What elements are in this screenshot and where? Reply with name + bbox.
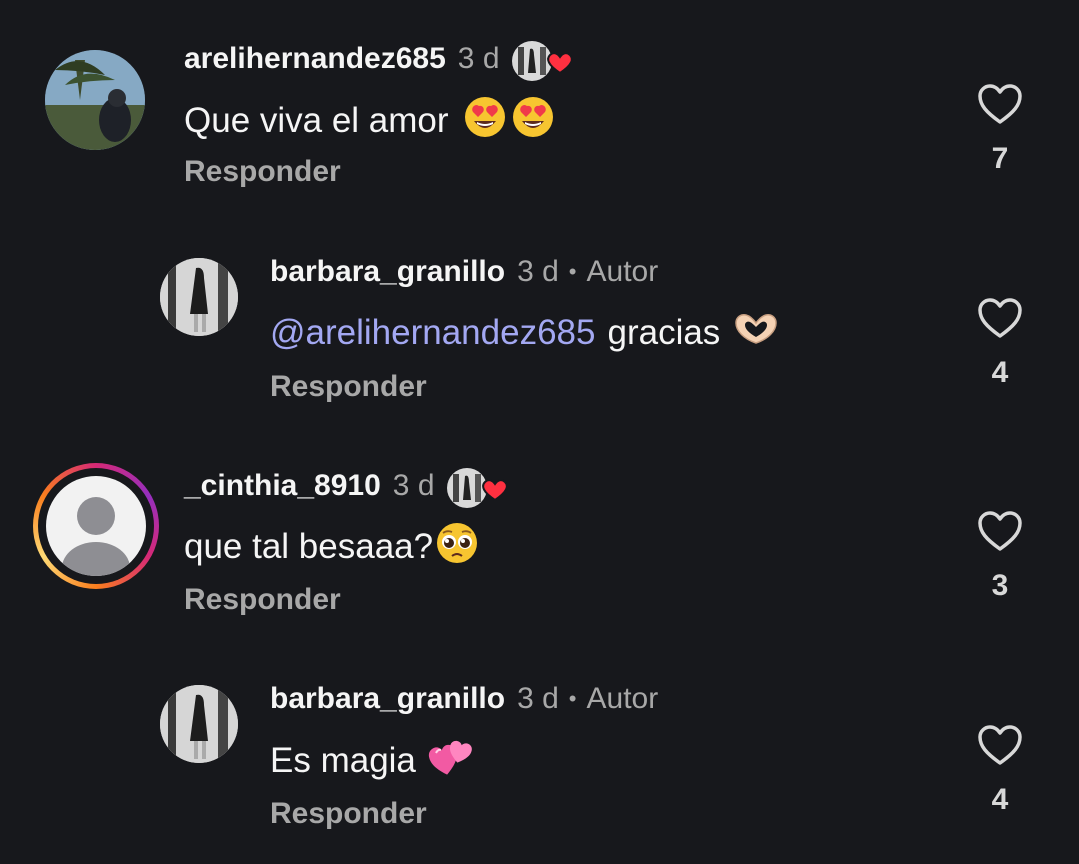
username[interactable]: barbara_granillo: [270, 255, 505, 289]
like-control: 7: [975, 82, 1025, 176]
reply-button[interactable]: Responder: [184, 583, 341, 617]
author-liked-badge: [446, 466, 508, 508]
comment-text: Es magia: [270, 741, 416, 780]
like-control: 3: [975, 509, 1025, 603]
heart-hands-emoji-icon: [732, 309, 780, 358]
comment-meta: arelihernandez685 3 d: [184, 38, 573, 81]
comment-text: Que viva el amor: [184, 101, 449, 140]
timestamp: 3 d: [517, 255, 559, 288]
comment-meta: barbara_granillo 3 d • Autor: [270, 251, 658, 293]
comment-text-row: @arelihernandez685 gracias: [270, 310, 780, 356]
timestamp: 3 d: [457, 42, 500, 75]
two-hearts-emoji-icon: [428, 735, 474, 788]
heart-outline-icon[interactable]: [976, 82, 1024, 126]
comment-meta: _cinthia_8910 3 d: [184, 465, 508, 508]
mention-link[interactable]: @arelihernandez685: [270, 313, 595, 353]
comment-text-row: que tal besaaa?: [184, 522, 479, 570]
default-avatar: [46, 476, 146, 576]
like-control: 4: [975, 296, 1025, 390]
author-label: Autor: [586, 255, 659, 288]
reply-button[interactable]: Responder: [184, 155, 341, 189]
separator-dot: •: [568, 259, 577, 284]
heart-outline-icon[interactable]: [976, 723, 1024, 767]
comment-text-row: Que viva el amor: [184, 96, 555, 144]
comments-list: arelihernandez685 3 d Que viva el amor R…: [0, 0, 1079, 864]
heart-outline-icon[interactable]: [976, 509, 1024, 553]
timestamp: 3 d: [392, 469, 435, 502]
comment-text-row: Es magia: [270, 738, 474, 784]
separator-dot: •: [568, 686, 577, 711]
reply-button[interactable]: Responder: [270, 370, 427, 404]
comment-text: gracias: [607, 313, 721, 352]
avatar[interactable]: [160, 685, 238, 763]
like-count: 4: [991, 783, 1009, 816]
like-count: 3: [991, 569, 1009, 602]
like-count: 7: [991, 142, 1009, 175]
pleading-face-emoji-icon: [435, 521, 479, 574]
heart-outline-icon[interactable]: [976, 296, 1024, 340]
username[interactable]: arelihernandez685: [184, 42, 446, 76]
avatar-story-ring[interactable]: [33, 463, 159, 589]
reply-button[interactable]: Responder: [270, 797, 427, 831]
avatar[interactable]: [160, 258, 238, 336]
like-control: 4: [975, 723, 1025, 817]
username[interactable]: barbara_granillo: [270, 682, 505, 716]
username[interactable]: _cinthia_8910: [184, 469, 381, 503]
comment-text: que tal besaaa?: [184, 527, 434, 566]
heart-eyes-emoji-icon: [511, 95, 555, 148]
comment-meta: barbara_granillo 3 d • Autor: [270, 678, 658, 720]
author-label: Autor: [586, 682, 659, 715]
like-count: 4: [991, 356, 1009, 389]
avatar[interactable]: [45, 50, 145, 150]
heart-eyes-emoji-icon: [463, 95, 507, 148]
author-liked-badge: [511, 39, 573, 81]
person-silhouette-icon: [62, 497, 130, 576]
timestamp: 3 d: [517, 682, 559, 715]
